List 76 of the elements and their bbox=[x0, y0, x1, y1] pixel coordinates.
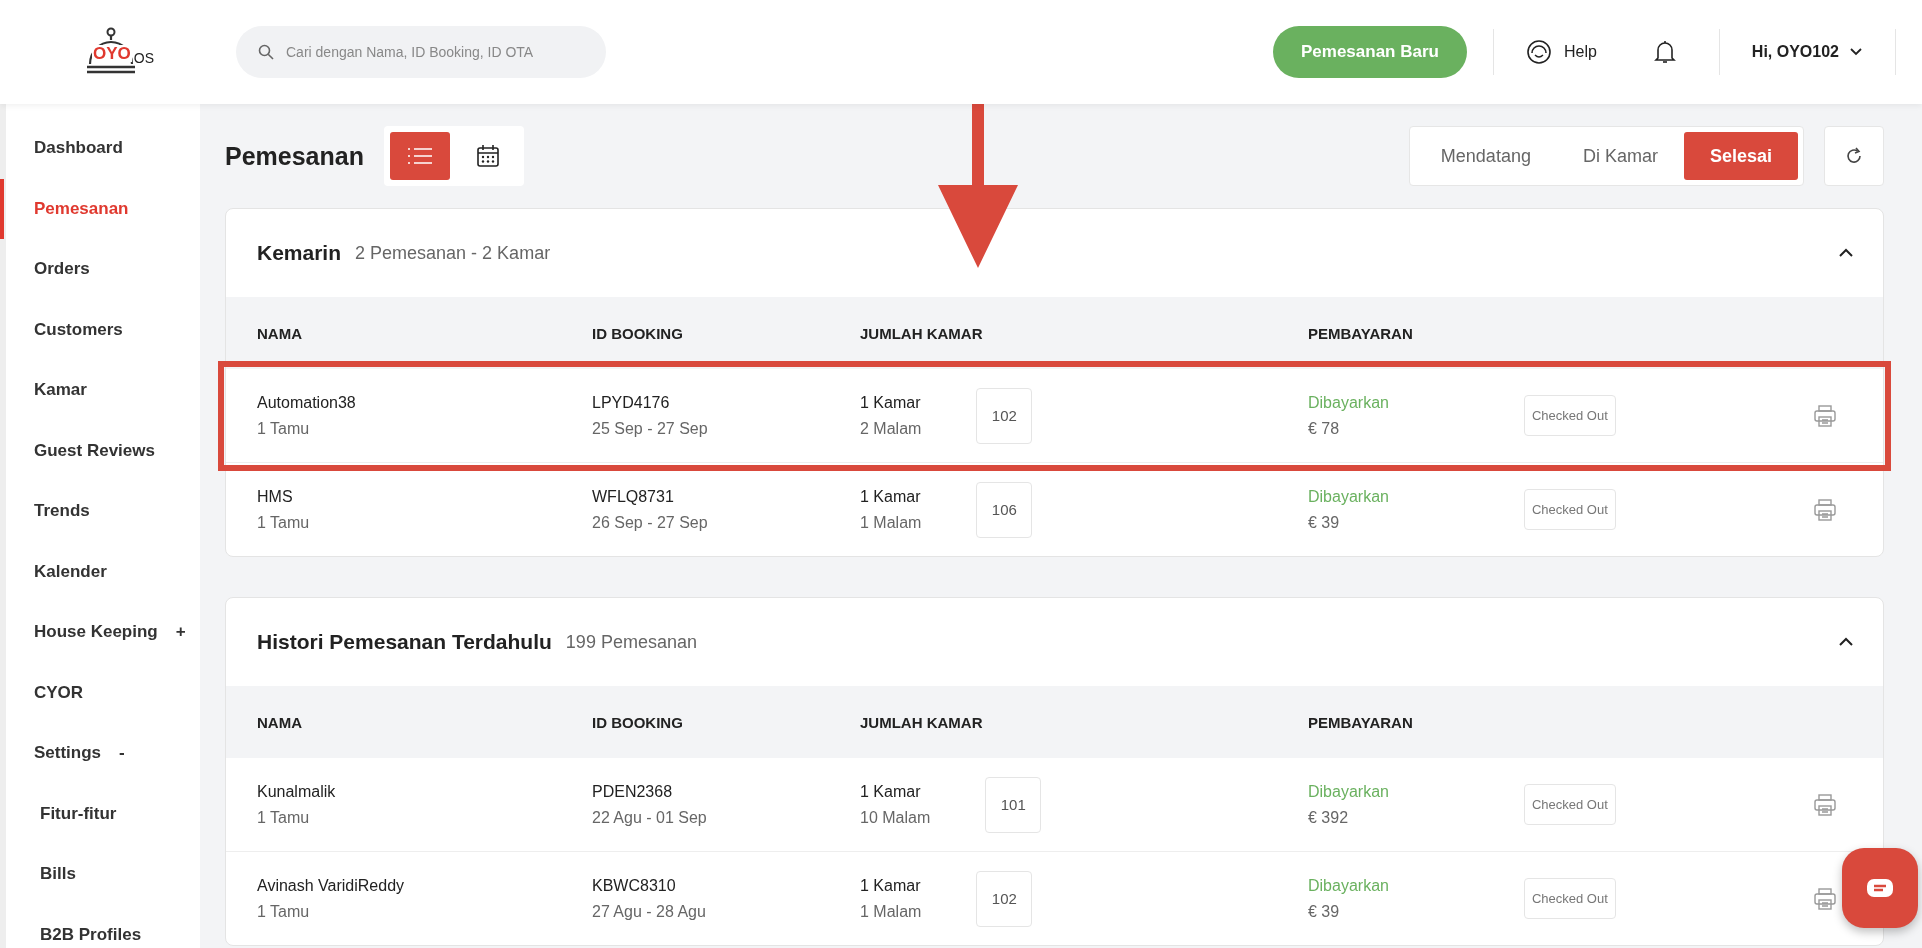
night-count: 1 Malam bbox=[860, 513, 922, 532]
sidebar-item[interactable]: Kamar bbox=[0, 360, 200, 421]
search-input[interactable]: Cari dengan Nama, ID Booking, ID OTA bbox=[284, 43, 584, 61]
room-count: 1 Kamar bbox=[860, 876, 921, 895]
section-summary: 199 Pemesanan bbox=[565, 631, 697, 653]
sidebar-item[interactable]: Dashboard bbox=[0, 118, 200, 179]
night-count: 2 Malam bbox=[860, 419, 922, 438]
guest-count: 1 Tamu bbox=[257, 808, 310, 827]
stay-dates: 22 Agu - 01 Sep bbox=[592, 808, 707, 827]
status-chip: Checked Out bbox=[1523, 878, 1616, 919]
sidebar-item[interactable]: House Keeping + bbox=[0, 602, 200, 663]
stay-dates: 25 Sep - 27 Sep bbox=[592, 419, 708, 438]
guest-name: HMS bbox=[257, 487, 293, 506]
payment-amount: € 39 bbox=[1308, 513, 1340, 532]
sidebar-subitem[interactable]: Bills bbox=[0, 844, 200, 905]
payment-amount: € 39 bbox=[1308, 902, 1340, 921]
column-header: JUMLAH KAMAR bbox=[860, 713, 983, 731]
sidebar-item[interactable]: Settings - bbox=[0, 723, 200, 784]
column-header: NAMA bbox=[257, 324, 302, 342]
room-count: 1 Kamar bbox=[860, 393, 921, 412]
column-header: ID BOOKING bbox=[592, 713, 683, 731]
sidebar-item[interactable]: Pemesanan bbox=[0, 178, 200, 239]
guest-count: 1 Tamu bbox=[257, 513, 310, 532]
room-number: 101 bbox=[985, 776, 1042, 833]
room-count: 1 Kamar bbox=[860, 487, 921, 506]
night-count: 1 Malam bbox=[860, 902, 922, 921]
column-header: NAMA bbox=[257, 713, 302, 731]
payment-status: Dibayarkan bbox=[1308, 782, 1389, 801]
stay-dates: 27 Agu - 28 Agu bbox=[592, 902, 706, 921]
guest-name: Kunalmalik bbox=[257, 782, 336, 801]
column-header: PEMBAYARAN bbox=[1308, 713, 1413, 731]
page-title: Pemesanan bbox=[225, 141, 364, 171]
sidebar-item[interactable]: Customers bbox=[0, 299, 200, 360]
booking-id: WFLQ8731 bbox=[592, 487, 674, 506]
room-number: 102 bbox=[976, 870, 1033, 927]
guest-name: Automation38 bbox=[257, 393, 356, 412]
night-count: 10 Malam bbox=[860, 808, 931, 827]
status-chip: Checked Out bbox=[1523, 489, 1616, 530]
sidebar-item[interactable]: Orders bbox=[0, 239, 200, 300]
payment-amount: € 78 bbox=[1308, 419, 1340, 438]
payment-amount: € 392 bbox=[1308, 808, 1349, 827]
guest-name: Avinash VaridiReddy bbox=[257, 876, 405, 895]
help-button[interactable]: Help bbox=[1519, 38, 1603, 66]
room-number: 106 bbox=[976, 481, 1033, 538]
guest-count: 1 Tamu bbox=[257, 419, 310, 438]
status-tab[interactable]: Selesai bbox=[1683, 132, 1798, 180]
search-field[interactable]: Cari dengan Nama, ID Booking, ID OTA bbox=[236, 26, 606, 78]
logo-suffix: OS bbox=[133, 50, 154, 66]
logo-brand: OYO bbox=[92, 45, 132, 62]
sidebar-item[interactable]: Trends bbox=[0, 481, 200, 542]
column-header: ID BOOKING bbox=[592, 324, 683, 342]
stay-dates: 26 Sep - 27 Sep bbox=[592, 513, 708, 532]
sidebar-subitem[interactable]: B2B Profiles bbox=[0, 904, 200, 948]
column-header: JUMLAH KAMAR bbox=[860, 324, 983, 342]
status-tab[interactable]: Mendatang bbox=[1414, 132, 1557, 180]
section-summary: 2 Pemesanan - 2 Kamar bbox=[355, 242, 551, 264]
section-title: Kemarin bbox=[257, 241, 342, 265]
room-count: 1 Kamar bbox=[860, 782, 921, 801]
payment-status: Dibayarkan bbox=[1308, 487, 1389, 506]
section-title: Histori Pemesanan Terdahulu bbox=[257, 630, 552, 654]
booking-id: LPYD4176 bbox=[592, 393, 670, 412]
payment-status: Dibayarkan bbox=[1308, 393, 1389, 412]
booking-id: PDEN2368 bbox=[592, 782, 673, 801]
booking-id: KBWC8310 bbox=[592, 876, 676, 895]
sidebar-subitem[interactable]: Fitur-fitur bbox=[0, 783, 200, 844]
user-menu[interactable]: Hi, OYO102 bbox=[1745, 42, 1869, 62]
sidebar-item[interactable]: Guest Reviews bbox=[0, 420, 200, 481]
sidebar-item[interactable]: CYOR bbox=[0, 662, 200, 723]
column-header: PEMBAYARAN bbox=[1308, 324, 1413, 342]
guest-count: 1 Tamu bbox=[257, 902, 310, 921]
status-chip: Checked Out bbox=[1523, 784, 1616, 825]
status-chip: Checked Out bbox=[1523, 395, 1616, 436]
sidebar-item[interactable]: Kalender bbox=[0, 541, 200, 602]
payment-status: Dibayarkan bbox=[1308, 876, 1389, 895]
status-tab[interactable]: Di Kamar bbox=[1556, 132, 1684, 180]
room-number: 102 bbox=[976, 387, 1033, 444]
